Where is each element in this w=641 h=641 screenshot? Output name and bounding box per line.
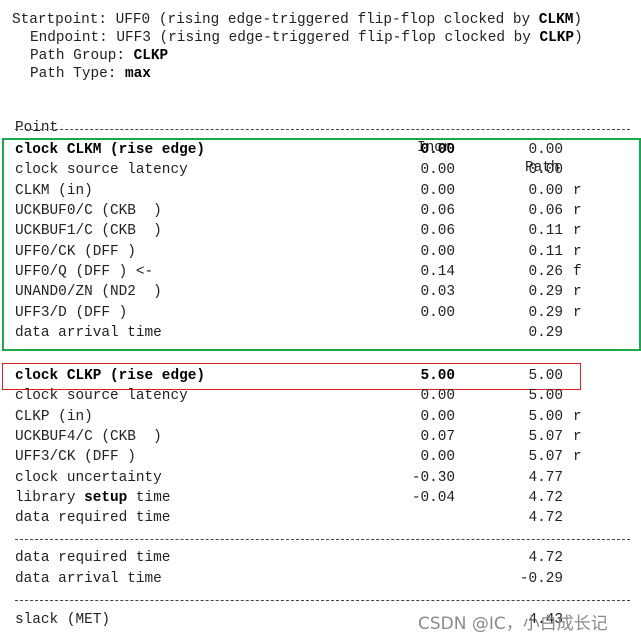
incr-cell: 0.00 — [420, 182, 455, 199]
path-cell: 0.00 — [528, 182, 563, 199]
point-cell: UCKBUF1/C (CKB ) — [15, 223, 162, 240]
path-cell: 0.00 — [528, 162, 563, 179]
point-cell: library setup time — [15, 490, 171, 507]
path-cell: 0.11 — [528, 223, 563, 240]
path-cell: 5.00 — [528, 368, 563, 384]
point-cell: UCKBUF4/C (CKB ) — [15, 429, 162, 446]
point-cell: CLKP (in) — [15, 408, 93, 425]
incr-cell: 0.06 — [420, 223, 455, 240]
table-row: UCKBUF1/C (CKB ) 0.06 0.11 r — [0, 221, 641, 241]
point-cell: UFF0/Q (DFF ) <- — [15, 264, 154, 281]
incr-cell: 0.00 — [420, 449, 455, 466]
transition-flag: r — [573, 449, 582, 466]
incr-cell: -0.04 — [411, 490, 455, 507]
watermark: CSDN @IC，小白成长记 — [418, 614, 608, 634]
table-row: data required time 4.72 — [0, 508, 641, 528]
summary-row: data arrival time -0.29 — [15, 571, 563, 587]
transition-flag: r — [573, 304, 582, 321]
point-cell: UNAND0/ZN (ND2 ) — [15, 284, 162, 301]
transition-flag: r — [573, 182, 582, 199]
path-cell: 0.29 — [528, 284, 563, 301]
table-row: CLKP (in) 0.00 5.00 r — [0, 407, 641, 427]
incr-cell: 0.03 — [420, 284, 455, 301]
table-row: clock source latency 0.00 0.00 — [0, 160, 641, 180]
timing-report: Startpoint: UFF0 (rising edge-triggered … — [0, 0, 641, 641]
table-row: clock uncertainty -0.30 4.77 — [0, 468, 641, 488]
path-cell: 5.00 — [528, 408, 563, 425]
path-cell: 0.29 — [528, 304, 563, 321]
table-row: UFF0/Q (DFF ) <- 0.14 0.26 f — [0, 262, 641, 282]
path-cell: 4.72 — [528, 490, 563, 507]
point-cell: clock uncertainty — [15, 469, 162, 486]
path-group-line: Path Group: CLKP — [30, 48, 169, 64]
path-cell: 5.07 — [528, 449, 563, 466]
point-cell: data arrival time — [15, 325, 162, 342]
table-row: library setup time -0.04 4.72 — [0, 488, 641, 508]
incr-cell: 0.00 — [420, 162, 455, 179]
path-cell: 0.11 — [528, 243, 563, 260]
transition-flag: r — [573, 243, 582, 260]
path-cell: 0.06 — [528, 203, 563, 220]
table-row: UFF0/CK (DFF ) 0.00 0.11 r — [0, 242, 641, 262]
incr-cell: 0.07 — [420, 429, 455, 446]
point-cell: UFF3/CK (DFF ) — [15, 449, 136, 466]
path-type-line: Path Type: max — [30, 66, 151, 82]
column-headers: Point Incr Path — [0, 98, 641, 176]
incr-cell: 0.00 — [420, 243, 455, 260]
point-cell: UFF0/CK (DFF ) — [15, 243, 136, 260]
table-row: UFF3/D (DFF ) 0.00 0.29 r — [0, 303, 641, 323]
transition-flag: r — [573, 284, 582, 301]
table-row: CLKM (in) 0.00 0.00 r — [0, 181, 641, 201]
table-row: clock source latency 0.00 5.00 — [0, 386, 641, 406]
transition-flag: f — [573, 264, 582, 281]
point-cell: UFF3/D (DFF ) — [15, 304, 128, 321]
transition-flag: r — [573, 223, 582, 240]
path-cell: 0.29 — [528, 325, 563, 342]
path-cell: 4.77 — [528, 469, 563, 486]
point-cell: clock source latency — [15, 162, 188, 179]
path-cell: 5.07 — [528, 429, 563, 446]
path-cell: 0.00 — [528, 142, 563, 158]
point-cell: clock source latency — [15, 388, 188, 405]
incr-cell: 0.06 — [420, 203, 455, 220]
incr-cell: 0.00 — [420, 388, 455, 405]
point-cell: clock CLKM (rise edge) — [15, 142, 205, 158]
transition-flag: r — [573, 203, 582, 220]
path-cell: 4.72 — [528, 510, 563, 527]
table-row: UNAND0/ZN (ND2 ) 0.03 0.29 r — [0, 282, 641, 302]
startpoint-line: Startpoint: UFF0 (rising edge-triggered … — [12, 12, 582, 28]
point-cell: CLKM (in) — [15, 182, 93, 199]
divider — [15, 600, 630, 601]
path-cell: 5.00 — [528, 388, 563, 405]
table-row: UCKBUF4/C (CKB ) 0.07 5.07 r — [0, 427, 641, 447]
incr-cell: 0.00 — [420, 304, 455, 321]
table-row: data arrival time 0.29 — [0, 323, 641, 343]
incr-cell: 0.14 — [420, 264, 455, 281]
transition-flag: r — [573, 429, 582, 446]
endpoint-line: Endpoint: UFF3 (rising edge-triggered fl… — [30, 30, 583, 46]
incr-cell: 0.00 — [420, 408, 455, 425]
point-cell: data required time — [15, 510, 171, 527]
path-cell: 0.26 — [528, 264, 563, 281]
table-row: UCKBUF0/C (CKB ) 0.06 0.06 r — [0, 201, 641, 221]
table-row: UFF3/CK (DFF ) 0.00 5.07 r — [0, 447, 641, 467]
transition-flag: r — [573, 408, 582, 425]
divider — [15, 129, 630, 130]
divider — [15, 539, 630, 540]
summary-row: data required time 4.72 — [15, 550, 563, 566]
table-row: clock CLKM (rise edge) 0.00 0.00 — [0, 140, 641, 160]
col-point: Point — [15, 120, 59, 136]
incr-cell: -0.30 — [411, 469, 455, 486]
incr-cell: 0.00 — [420, 142, 455, 158]
point-cell: UCKBUF0/C (CKB ) — [15, 203, 162, 220]
incr-cell: 5.00 — [420, 368, 455, 384]
table-row: clock CLKP (rise edge) 5.00 5.00 — [0, 366, 641, 386]
point-cell: clock CLKP (rise edge) — [15, 368, 205, 384]
